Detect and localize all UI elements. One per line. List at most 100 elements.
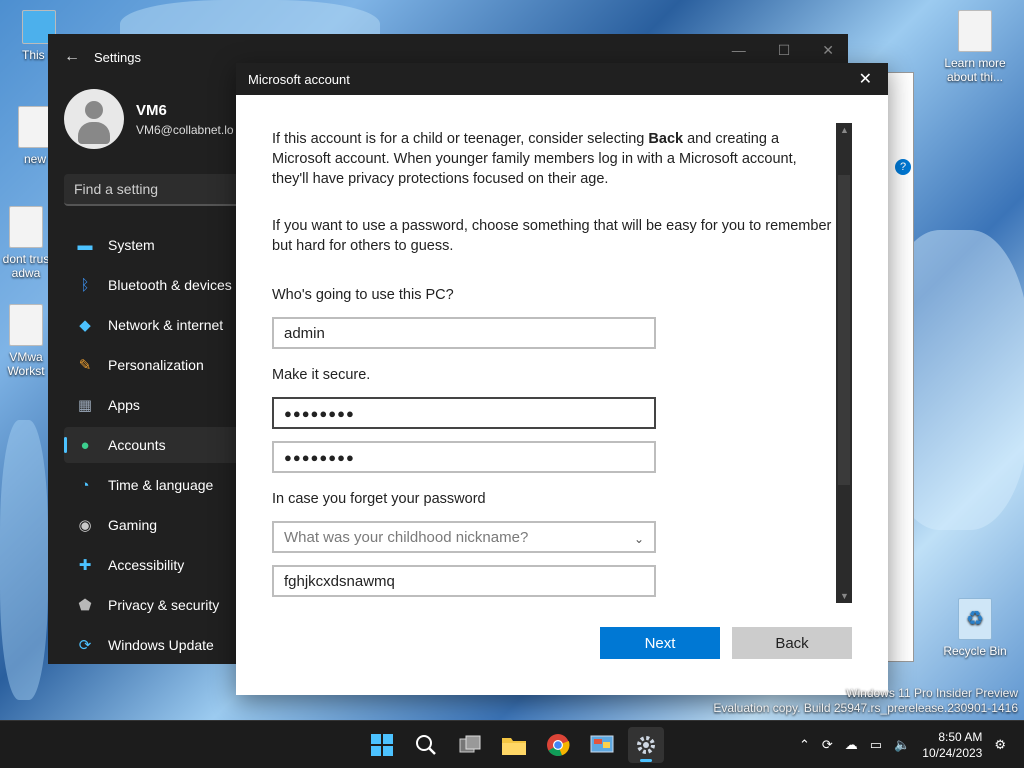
back-emphasis: Back: [648, 131, 684, 147]
sidebar-item-network-internet[interactable]: ◆ Network & internet: [64, 307, 244, 343]
sidebar-item-gaming[interactable]: ◉ Gaming: [64, 507, 244, 543]
task-view-icon: [459, 735, 481, 753]
help-icon: ?: [895, 159, 911, 175]
shortcut-file-icon: [9, 304, 43, 346]
sidebar-item-label: Gaming: [108, 517, 158, 533]
sidebar-item-label: Accounts: [108, 437, 166, 453]
control-panel-button[interactable]: [584, 727, 620, 763]
wifi-icon: ◆: [79, 317, 91, 334]
sidebar-item-windows-update[interactable]: ⟳ Windows Update: [64, 627, 244, 663]
taskbar: ⌃ ⟳ ☁ ▭ 🔈 8:50 AM 10/24/2023 ⚙: [0, 720, 1024, 768]
avatar: [64, 89, 124, 149]
forget-label: In case you forget your password: [272, 491, 486, 507]
chrome-icon: [547, 734, 570, 757]
sidebar-item-personalization[interactable]: ✎ Personalization: [64, 347, 244, 383]
child-info-line-2: Microsoft account. When younger family m…: [272, 151, 797, 167]
bluetooth-icon: ᛒ: [80, 276, 90, 294]
password-info-line-2: but hard for others to guess.: [272, 238, 454, 254]
dialog-scrollbar[interactable]: ▲ ▼: [836, 123, 852, 603]
sidebar-item-time-language[interactable]: ◔ Time & language: [64, 467, 244, 503]
file-icon: [18, 106, 52, 148]
shortcut-file-icon: [9, 206, 43, 248]
system-tray: ⌃ ⟳ ☁ ▭ 🔈 8:50 AM 10/24/2023 ⚙: [799, 721, 1006, 768]
sidebar-item-label: Personalization: [108, 357, 204, 373]
child-info-line-1: If this account is for a child or teenag…: [272, 131, 780, 147]
find-setting-input[interactable]: Find a setting: [64, 174, 244, 206]
sidebar-item-accounts[interactable]: ● Accounts: [64, 427, 244, 463]
dialog-title: Microsoft account: [248, 71, 350, 87]
task-view-button[interactable]: [452, 727, 488, 763]
desktop-icon-learn-more[interactable]: Learn more about thi...: [940, 10, 1010, 84]
chevron-down-icon: ⌄: [633, 532, 644, 546]
clock-date: 10/24/2023: [922, 746, 983, 760]
recycle-bin-icon: ♻: [958, 598, 992, 640]
back-button[interactable]: Back: [732, 627, 852, 659]
confirm-password-field[interactable]: ●●●●●●●●: [272, 441, 656, 473]
network-icon[interactable]: ▭: [870, 737, 882, 753]
sidebar-item-label: Privacy & security: [108, 597, 220, 613]
minimize-icon[interactable]: —: [732, 42, 746, 59]
window-controls: — ☐ ✕: [732, 42, 834, 59]
microsoft-account-dialog: Microsoft account ✕ If this account is f…: [236, 63, 888, 695]
globe-clock-icon: ◔: [80, 476, 90, 494]
password-field[interactable]: ●●●●●●●●: [272, 397, 656, 429]
onedrive-icon[interactable]: ☁: [845, 737, 858, 753]
accessibility-icon: ✚: [78, 557, 92, 574]
evaluation-watermark: Windows 11 Pro Insider Preview Evaluatio…: [713, 686, 1018, 715]
folder-icon: [502, 738, 526, 755]
maximize-icon[interactable]: ☐: [778, 42, 791, 59]
gamepad-icon: ◉: [78, 517, 92, 534]
settings-taskbar-button[interactable]: [628, 727, 664, 763]
volume-icon[interactable]: 🔈: [894, 737, 910, 753]
sidebar-item-label: Network & internet: [108, 317, 224, 333]
chrome-button[interactable]: [540, 727, 576, 763]
sidebar-item-label: Bluetooth & devices: [108, 277, 232, 293]
notification-icon[interactable]: ⚙: [994, 737, 1006, 753]
security-answer-field[interactable]: fghjkcxdsnawmq: [272, 565, 656, 597]
wallpaper-shape: [0, 420, 48, 700]
chevron-up-icon[interactable]: ⌃: [799, 737, 810, 753]
password-info-line-1: If you want to use a password, choose so…: [272, 218, 832, 234]
security-question-select[interactable]: What was your childhood nickname? ⌄: [272, 521, 656, 553]
sidebar-item-label: Time & language: [108, 477, 214, 493]
sidebar-item-bluetooth-devices[interactable]: ᛒ Bluetooth & devices: [64, 267, 244, 303]
settings-title: Settings: [94, 49, 141, 65]
gear-icon: [637, 736, 655, 754]
sidebar-item-label: System: [108, 237, 155, 253]
control-panel-icon: [590, 735, 614, 753]
sidebar-item-privacy-security[interactable]: ⬟ Privacy & security: [64, 587, 244, 623]
desktop-icon-recycle-bin[interactable]: ♻ Recycle Bin: [940, 598, 1010, 658]
who-label: Who's going to use this PC?: [272, 287, 454, 303]
back-arrow-icon[interactable]: ←: [64, 48, 94, 66]
scroll-up-icon[interactable]: ▲: [840, 125, 849, 135]
monitor-icon: ▬: [77, 236, 93, 254]
username-field[interactable]: admin: [272, 317, 656, 349]
next-button[interactable]: Next: [600, 627, 720, 659]
sync-icon[interactable]: ⟳: [822, 737, 833, 753]
clock[interactable]: 8:50 AM 10/24/2023: [922, 729, 982, 761]
sidebar-item-label: Apps: [108, 397, 140, 413]
desktop-icon-dont-trust[interactable]: dont trus adwa: [0, 206, 52, 280]
dialog-body: If this account is for a child or teenag…: [272, 129, 838, 597]
sidebar-item-accessibility[interactable]: ✚ Accessibility: [64, 547, 244, 583]
sidebar-item-apps[interactable]: ▦ Apps: [64, 387, 244, 423]
file-explorer-button[interactable]: [496, 727, 532, 763]
apps-icon: ▦: [77, 397, 93, 414]
clock-time: 8:50 AM: [938, 730, 983, 744]
brush-icon: ✎: [78, 357, 92, 374]
search-icon: [416, 735, 436, 755]
taskbar-apps: [364, 727, 664, 763]
secure-label: Make it secure.: [272, 367, 371, 383]
windows-logo-icon: [371, 734, 393, 756]
user-email: VM6@collabnet.lo: [136, 122, 234, 137]
search-button[interactable]: [408, 727, 444, 763]
sidebar-item-label: Windows Update: [108, 637, 214, 653]
sidebar-item-system[interactable]: ▬ System: [64, 227, 244, 263]
desktop-icon-vmware[interactable]: VMwa Workst: [0, 304, 52, 378]
start-button[interactable]: [364, 727, 400, 763]
scrollbar-thumb[interactable]: [838, 175, 850, 485]
close-icon[interactable]: ✕: [859, 69, 872, 89]
close-icon[interactable]: ✕: [822, 42, 834, 59]
shield-icon: ⬟: [78, 597, 92, 614]
scroll-down-icon[interactable]: ▼: [840, 591, 849, 601]
